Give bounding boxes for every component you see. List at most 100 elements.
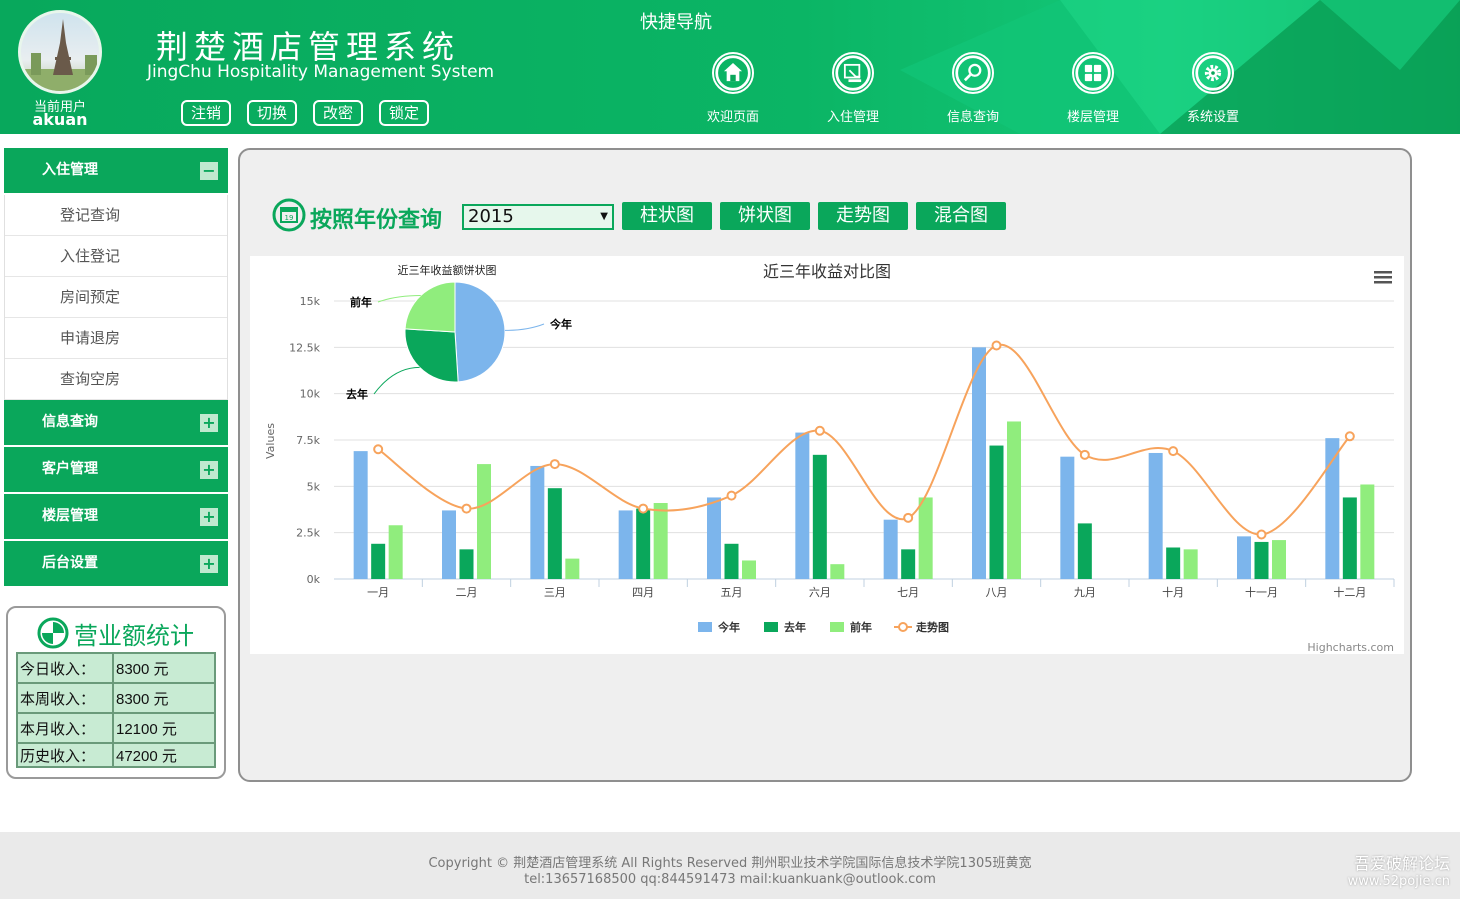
- chart-menu-icon: [1374, 281, 1392, 284]
- legend-symbol: [764, 622, 778, 632]
- bar-前年: [388, 525, 403, 579]
- sidebar-item-room-booking[interactable]: 房间预定: [5, 277, 227, 318]
- svg-text:19: 19: [285, 214, 294, 222]
- bar-今年: [618, 510, 633, 579]
- bar-前年: [1183, 549, 1198, 579]
- menu-group-floors[interactable]: 楼层管理 +: [4, 494, 228, 541]
- sidebar-item-registration-query[interactable]: 登记查询: [5, 195, 227, 236]
- revenue-stats-panel: 营业额统计 今日收入： 8300 元 本周收入： 8300 元 本月收入： 12…: [6, 606, 226, 779]
- trend-point: [1256, 529, 1267, 540]
- bar-前年: [477, 464, 491, 579]
- trend-point: [1079, 449, 1090, 460]
- footer: Copyright © 荆楚酒店管理系统 All Rights Reserved…: [0, 832, 1460, 899]
- chart-title: 近三年收益对比图: [763, 262, 891, 281]
- nav-checkin-label: 入住管理: [826, 110, 879, 125]
- expand-icon[interactable]: +: [200, 555, 218, 573]
- expand-icon[interactable]: +: [200, 508, 218, 526]
- nav-settings[interactable]: 系统设置: [1168, 52, 1258, 125]
- pie-label: 前年: [350, 295, 372, 309]
- table-row: 本周收入： 8300 元: [16, 682, 216, 714]
- bar-去年: [1077, 523, 1092, 579]
- table-row: 历史收入： 47200 元: [16, 742, 216, 768]
- footer-copyright: Copyright © 荆楚酒店管理系统 All Rights Reserved…: [428, 856, 1032, 871]
- bar-前年: [1007, 421, 1021, 579]
- nav-settings-label: 系统设置: [1186, 110, 1239, 125]
- bar-今年: [530, 465, 545, 579]
- year-select[interactable]: 2015 ▼: [462, 204, 614, 230]
- x-tick-label: 十月: [1162, 585, 1184, 599]
- revenue-stats-table: 今日收入： 8300 元 本周收入： 8300 元 本月收入： 12100 元 …: [16, 652, 216, 768]
- pie-slice-今年: [454, 281, 506, 383]
- bar-去年: [989, 445, 1004, 579]
- expand-icon[interactable]: +: [200, 414, 218, 432]
- switch-user-button[interactable]: 切换: [247, 100, 297, 126]
- menu-group-label: 楼层管理: [42, 508, 98, 524]
- bar-去年: [371, 543, 386, 579]
- y-tick-label: 0k: [307, 573, 321, 586]
- watermark: 吾爱破解论坛 www.52pojie.cn: [1348, 850, 1450, 889]
- nav-info-query[interactable]: 信息查询: [928, 52, 1018, 125]
- stat-value: 47200 元: [112, 742, 216, 768]
- bar-前年: [653, 503, 668, 579]
- legend-item: 今年: [717, 620, 740, 634]
- stat-value: 12100 元: [112, 712, 216, 744]
- collapse-icon[interactable]: −: [200, 162, 218, 180]
- grid-icon: [1072, 52, 1114, 94]
- current-user-name: akuan: [32, 110, 88, 129]
- trend-point: [991, 340, 1002, 351]
- sidebar-item-checkout-request[interactable]: 申请退房: [5, 318, 227, 359]
- trend-point: [903, 512, 914, 523]
- sidebar-item-vacant-rooms[interactable]: 查询空房: [5, 359, 227, 400]
- x-tick-label: 七月: [897, 586, 919, 599]
- chart-menu-icon: [1374, 276, 1392, 279]
- x-tick-label: 六月: [809, 586, 831, 599]
- nav-welcome-label: 欢迎页面: [706, 110, 759, 125]
- menu-group-label: 后台设置: [42, 555, 98, 571]
- menu-group-label: 客户管理: [42, 461, 98, 477]
- logout-button[interactable]: 注销: [181, 100, 231, 126]
- nav-floor[interactable]: 楼层管理: [1048, 52, 1138, 125]
- trend-chart-button[interactable]: 走势图: [818, 202, 908, 230]
- bar-今年: [972, 347, 986, 579]
- sidebar-item-checkin-register[interactable]: 入住登记: [5, 236, 227, 277]
- x-tick-label: 八月: [986, 586, 1008, 599]
- lock-button[interactable]: 锁定: [379, 100, 429, 126]
- x-tick-label: 五月: [721, 586, 743, 599]
- y-tick-label: 10k: [300, 388, 321, 401]
- nav-checkin[interactable]: 入住管理: [808, 52, 898, 125]
- pie-chart-button[interactable]: 饼状图: [720, 202, 810, 230]
- y-tick-label: 2.5k: [296, 527, 320, 540]
- main-panel: 19 按照年份查询 2015 ▼ 柱状图 饼状图 走势图 混合图 近三年收益对比…: [238, 148, 1412, 782]
- revenue-stats-title: 营业额统计: [74, 622, 194, 650]
- x-tick-label: 二月: [456, 586, 478, 599]
- watermark-url: www.52pojie.cn: [1347, 874, 1450, 889]
- change-password-button[interactable]: 改密: [313, 100, 363, 126]
- menu-group-info-query[interactable]: 信息查询 +: [4, 400, 228, 447]
- trend-point: [549, 459, 560, 470]
- bar-chart-button[interactable]: 柱状图: [622, 202, 712, 230]
- bar-今年: [353, 451, 368, 579]
- bar-今年: [883, 519, 898, 579]
- chart-container: 近三年收益对比图 0k 2.5k 5k 7.5k 10k 12.5k 15k Values 一月 二…: [250, 256, 1404, 654]
- system-subtitle: JingChu Hospitality Management System: [147, 62, 495, 82]
- nav-welcome[interactable]: 欢迎页面: [688, 52, 778, 125]
- trend-point: [726, 490, 737, 501]
- gear-icon: [1192, 52, 1234, 94]
- user-avatar[interactable]: [18, 10, 102, 94]
- menu-group-customers[interactable]: 客户管理 +: [4, 447, 228, 494]
- mixed-chart-button[interactable]: 混合图: [916, 202, 1006, 230]
- legend-symbol: [830, 622, 844, 632]
- menu-group-backend[interactable]: 后台设置 +: [4, 541, 228, 588]
- menu-group-checkin[interactable]: 入住管理 −: [4, 148, 228, 195]
- submenu-checkin: 登记查询 入住登记 房间预定 申请退房 查询空房: [4, 195, 228, 400]
- bar-去年: [459, 549, 474, 579]
- bar-今年: [1060, 456, 1075, 579]
- expand-icon[interactable]: +: [200, 461, 218, 479]
- stat-label: 今日收入：: [16, 652, 114, 684]
- stat-label: 历史收入：: [16, 742, 114, 768]
- x-tick-label: 三月: [544, 586, 566, 599]
- watermark-title: 吾爱破解论坛: [1353, 854, 1450, 873]
- checkin-icon: [832, 52, 874, 94]
- nav-info-query-label: 信息查询: [946, 110, 999, 125]
- trend-point: [1168, 446, 1179, 457]
